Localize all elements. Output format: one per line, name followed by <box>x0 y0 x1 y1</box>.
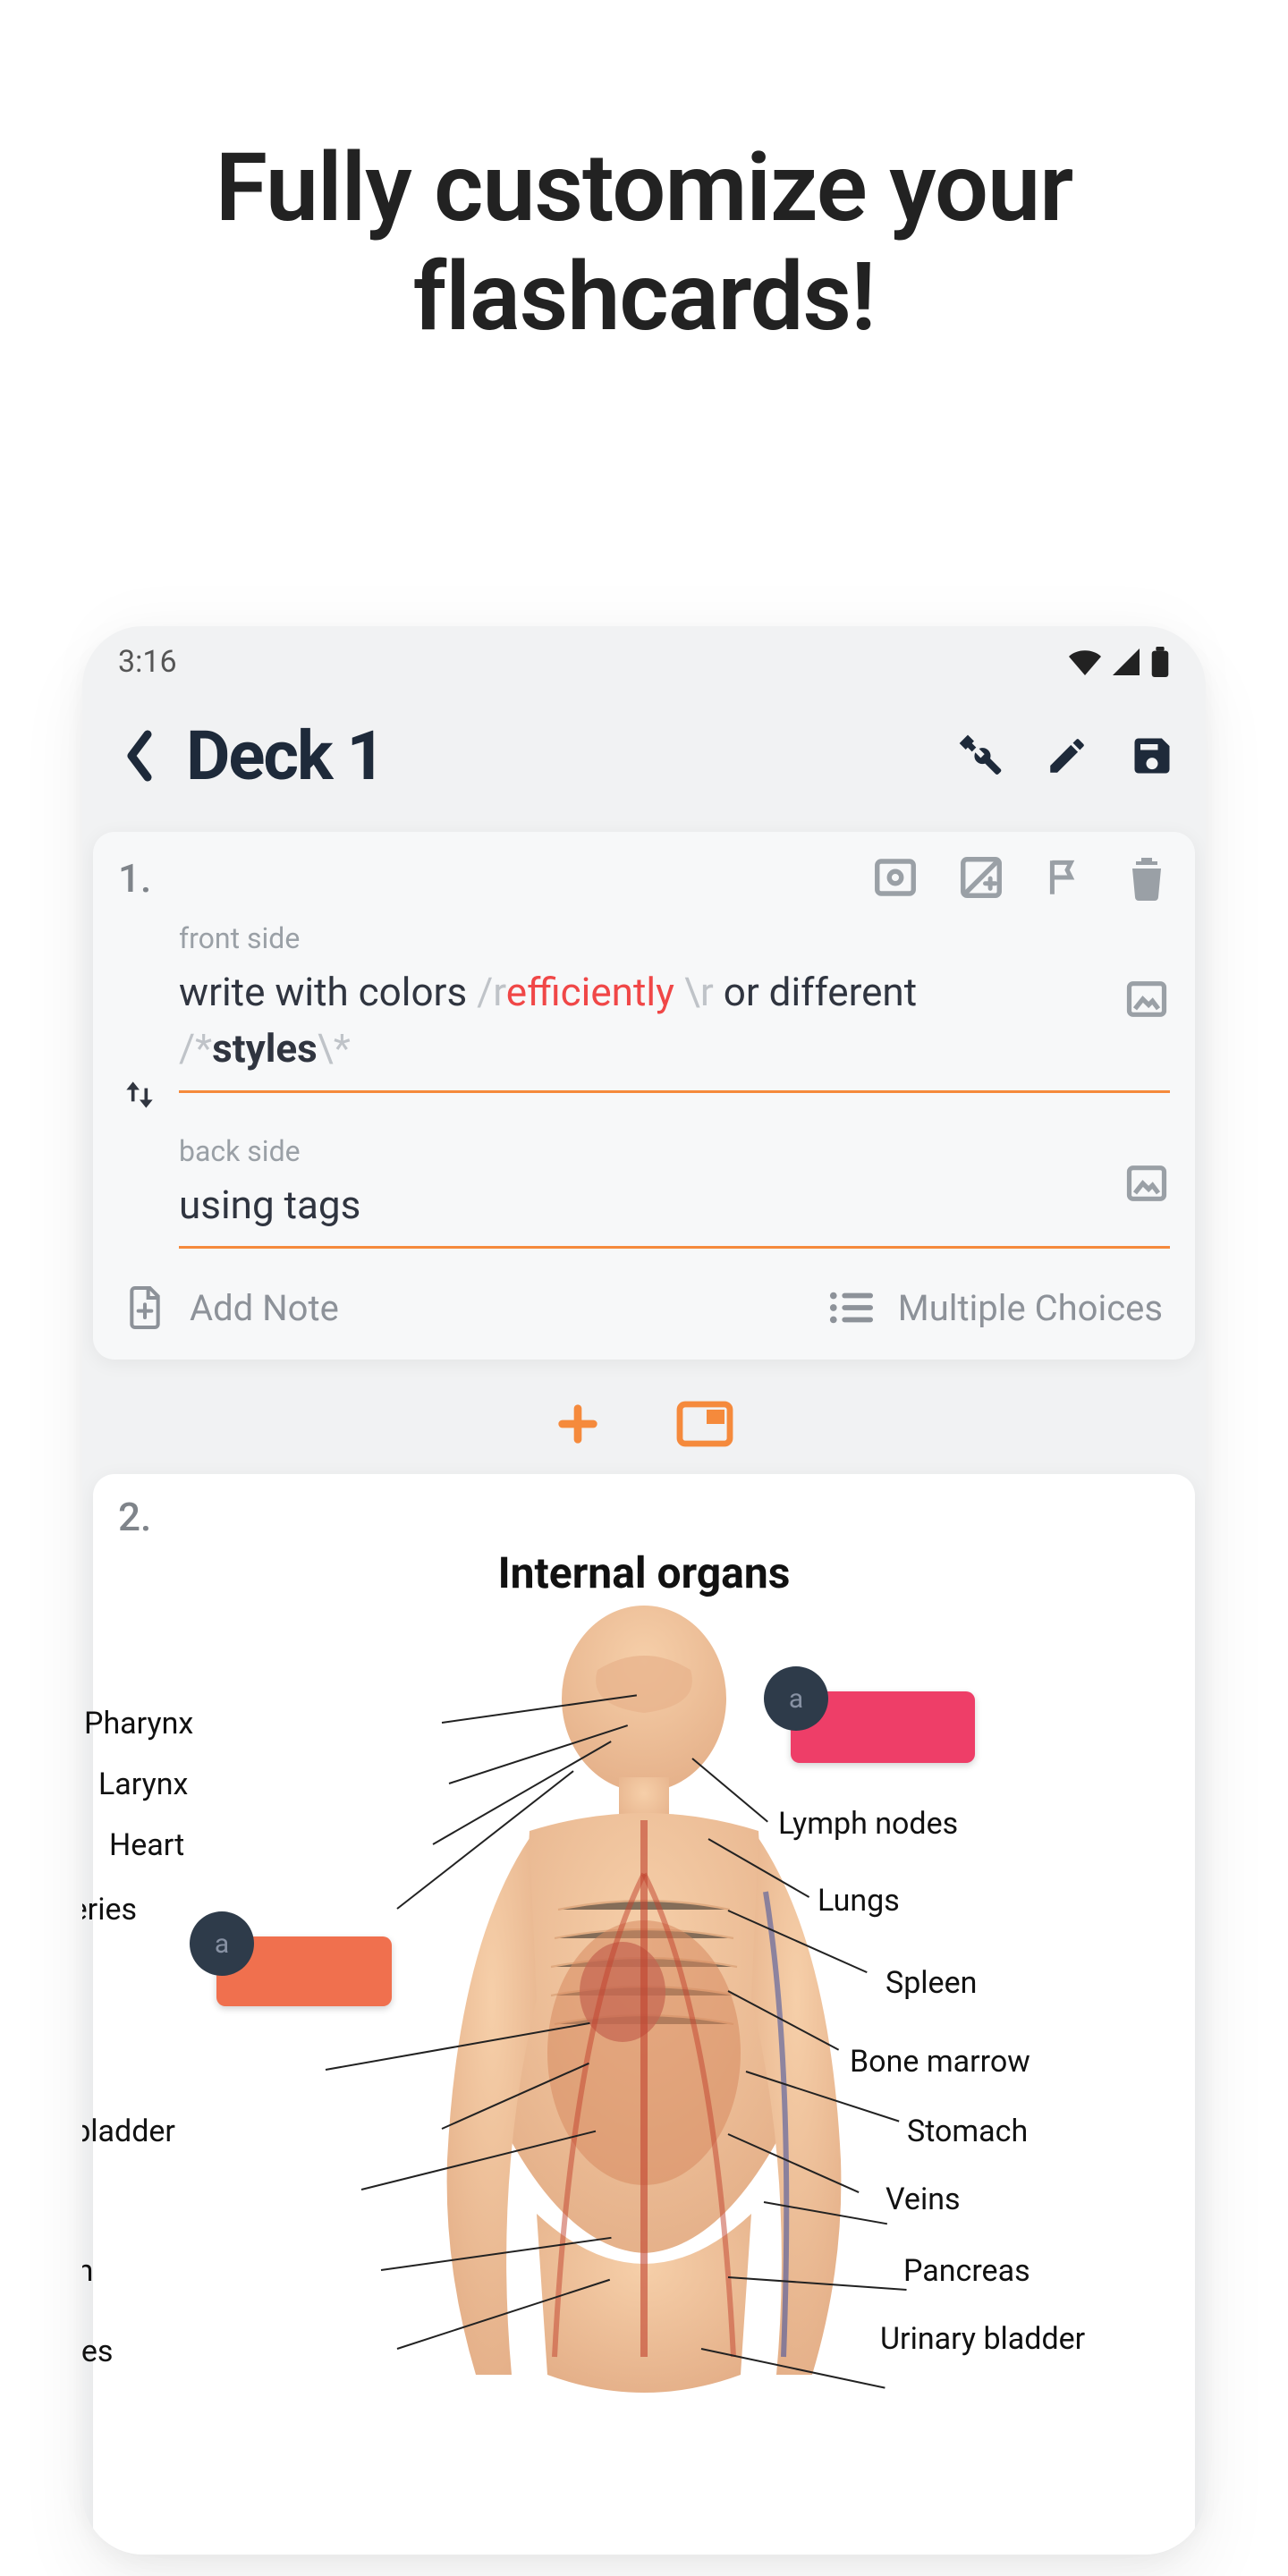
organ-label: Larynx <box>98 1767 313 1802</box>
edit-button[interactable] <box>1045 733 1089 778</box>
eye-icon <box>871 853 919 902</box>
front-side-input[interactable]: write with colors /refficiently \r or di… <box>179 964 1091 1078</box>
multiple-choices-label: Multiple Choices <box>898 1287 1163 1329</box>
add-card-button[interactable] <box>555 1401 601 1447</box>
organ-label: Kidneys <box>82 2173 191 2208</box>
brightness-icon <box>957 853 1005 902</box>
organ-label: Stomach <box>907 2114 1028 2149</box>
back-add-image-button[interactable] <box>1123 1160 1170 1207</box>
plus-icon <box>555 1401 601 1447</box>
card-index: 2. <box>102 1494 1186 1540</box>
card-fields: front side write with colors /refficient… <box>118 909 1170 1249</box>
swap-vertical-icon <box>120 1075 159 1114</box>
text-fragment: \r <box>674 969 714 1015</box>
back-side-input[interactable]: using tags <box>179 1177 1091 1233</box>
organ-label: Liver <box>82 2053 218 2089</box>
delete-button[interactable] <box>1125 854 1168 901</box>
chevron-left-icon <box>123 729 157 783</box>
organ-label: Skeleton <box>82 2253 191 2289</box>
organ-label: Pharynx <box>84 1706 299 1741</box>
text-fragment: or different <box>714 969 917 1015</box>
organ-label: Urinary bladder <box>880 2321 1085 2357</box>
front-side-label: front side <box>179 921 1091 955</box>
organ-label: Veins <box>886 2182 961 2217</box>
card-toolbar <box>871 853 1168 902</box>
organ-label: Pancreas <box>903 2253 1030 2289</box>
occlusion-handle[interactable]: a <box>190 1911 254 1976</box>
organ-label: Lymph nodes <box>778 1806 958 1842</box>
front-add-image-button[interactable] <box>1123 976 1170 1022</box>
organ-label: Intestines <box>82 2334 195 2369</box>
flashcard-editor-2: 2. Internal organs <box>93 1474 1195 2555</box>
occlusion-sticker[interactable]: a <box>791 1691 975 1763</box>
organ-label: Bone marrow <box>850 2044 1030 2080</box>
hero-section: Fully customize your flashcards! <box>0 0 1288 352</box>
flashcard-editor-1: 1. front side write with colors /reffici… <box>93 832 1195 1360</box>
text-fragment: styles <box>212 1025 318 1072</box>
exposure-button[interactable] <box>957 853 1005 902</box>
save-icon <box>1129 733 1175 779</box>
organ-label: Lungs <box>818 1883 900 1919</box>
list-icon <box>828 1290 873 1326</box>
add-image-card-button[interactable] <box>676 1401 733 1447</box>
image-icon <box>1123 976 1170 1022</box>
multiple-choices-button[interactable]: Multiple Choices <box>828 1287 1163 1329</box>
add-row <box>82 1377 1206 1474</box>
pencil-icon <box>1045 733 1089 778</box>
app-header: Deck 1 <box>82 689 1206 832</box>
swap-sides-button[interactable] <box>114 1070 165 1120</box>
text-fragment: efficiently <box>506 969 674 1015</box>
add-note-button[interactable]: Add Note <box>125 1284 339 1331</box>
organ-label: Spleen <box>886 1965 977 2001</box>
status-icons <box>1068 647 1170 677</box>
status-bar: 3:16 <box>82 626 1206 689</box>
preview-button[interactable] <box>871 853 919 902</box>
flag-button[interactable] <box>1043 855 1088 900</box>
page-title: Deck 1 <box>186 716 955 796</box>
note-add-icon <box>125 1284 165 1331</box>
flag-icon <box>1043 855 1088 900</box>
back-side-field[interactable]: back side using tags <box>179 1122 1170 1249</box>
text-fragment: /* <box>179 1025 212 1072</box>
header-actions <box>955 731 1175 781</box>
battery-icon <box>1150 647 1170 677</box>
image-icon <box>1123 1160 1170 1207</box>
text-fragment: /r <box>477 969 506 1015</box>
occlusion-sticker[interactable]: a <box>216 1936 392 2006</box>
front-side-field[interactable]: front side write with colors /refficient… <box>179 909 1170 1093</box>
hero-headline: Fully customize your flashcards! <box>0 134 1288 352</box>
occlusion-handle[interactable]: a <box>764 1666 828 1731</box>
text-fragment: write with colors <box>179 969 477 1015</box>
organ-label: Heart <box>109 1827 324 1863</box>
tools-icon <box>955 731 1005 781</box>
wifi-icon <box>1068 648 1102 675</box>
status-time: 3:16 <box>118 644 177 680</box>
card-footer: Add Note Multiple Choices <box>118 1249 1170 1331</box>
add-note-label: Add Note <box>190 1287 339 1329</box>
signal-icon <box>1111 648 1141 675</box>
card2-title: Internal organs <box>102 1547 1186 1598</box>
back-button[interactable] <box>107 724 172 788</box>
phone-frame: 3:16 Deck 1 1. <box>82 626 1206 2555</box>
text-fragment: \* <box>318 1025 351 1072</box>
back-side-label: back side <box>179 1134 1091 1168</box>
tools-button[interactable] <box>955 731 1005 781</box>
anatomy-diagram[interactable]: PharynxLarynxHeartArteriesLiverGallbladd… <box>102 1606 1186 2555</box>
trash-icon <box>1125 854 1168 901</box>
save-button[interactable] <box>1129 733 1175 779</box>
window-icon <box>676 1401 733 1447</box>
organ-label: Gallbladder <box>82 2114 236 2149</box>
